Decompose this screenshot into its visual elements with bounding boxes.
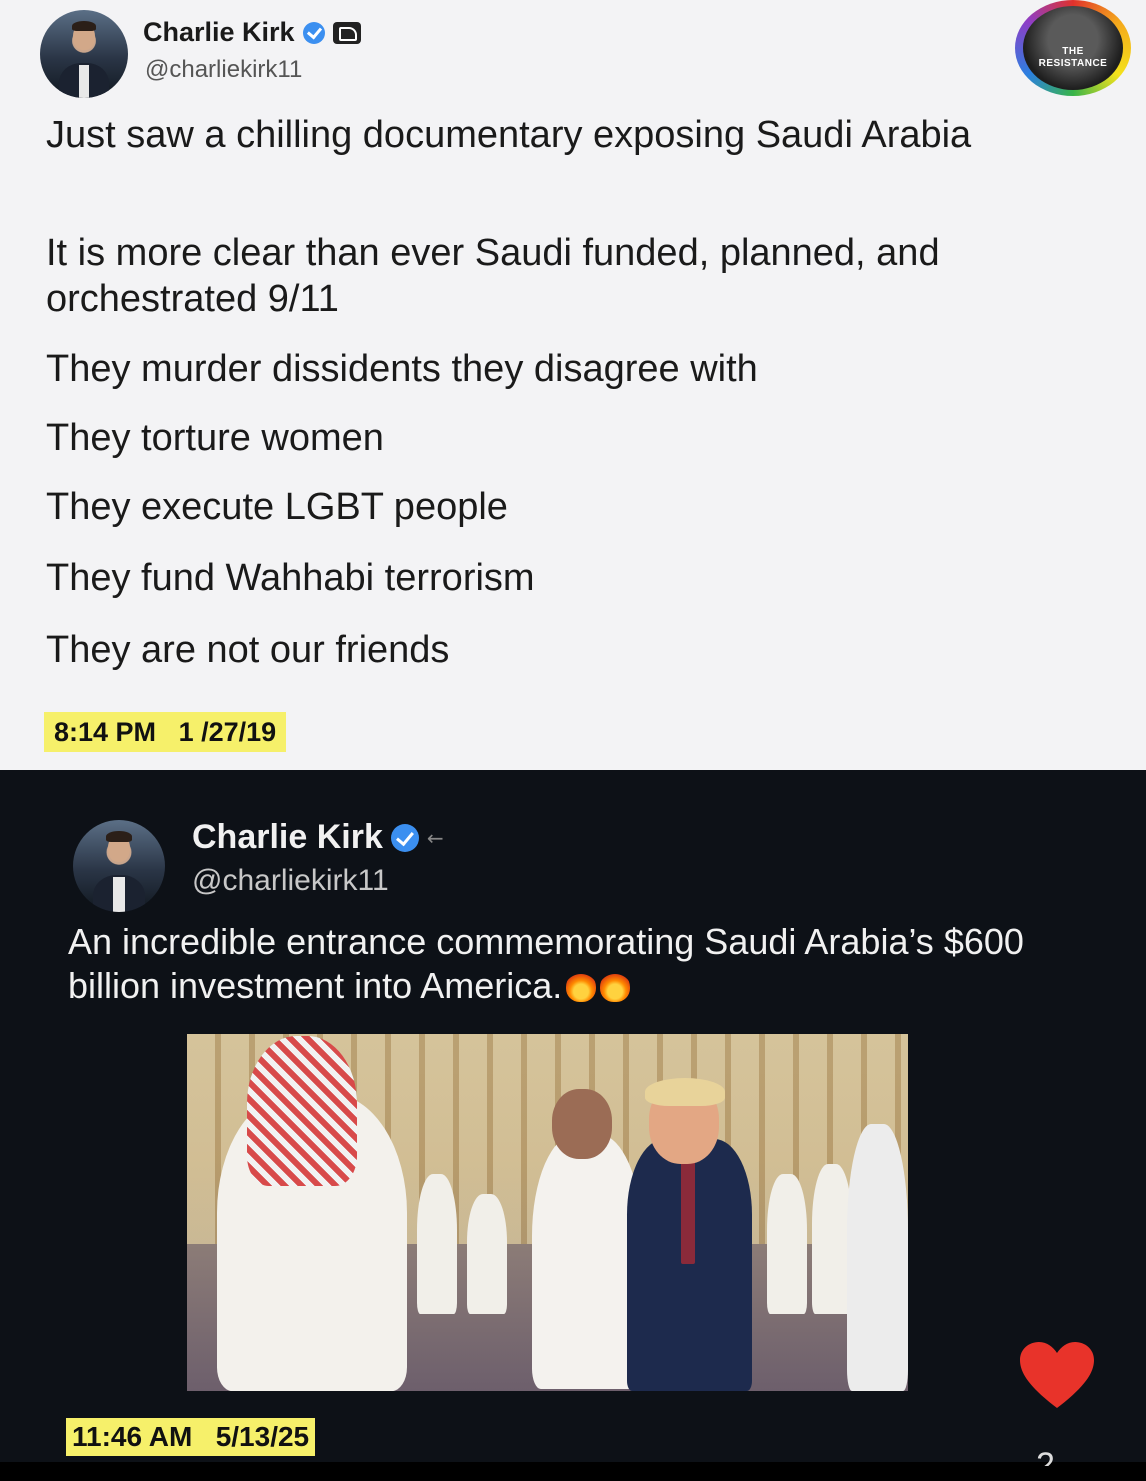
author-handle[interactable]: @charliekirk11 <box>192 864 389 898</box>
author-handle[interactable]: @charliekirk11 <box>145 56 302 84</box>
tweet-paragraph: They fund Wahhabi terrorism <box>46 557 535 599</box>
avatar[interactable] <box>40 10 128 98</box>
tweet-paragraph: Just saw a chilling documentary exposing… <box>46 114 972 156</box>
tweet-body: They murder dissidents they disagree wit… <box>46 346 1086 392</box>
arrow-left-icon: ← <box>426 825 444 850</box>
tweet-bottom: Charlie Kirk ← @charliekirk11 An incredi… <box>0 770 1146 1481</box>
tweet-body: An incredible entrance commemorating Sau… <box>68 920 1108 1008</box>
tweet-time: 11:46 AM <box>72 1421 193 1452</box>
tweet-top: Charlie Kirk @charliekirk11 THE RESISTANC… <box>0 0 1146 770</box>
tweet-text: An incredible entrance commemorating Sau… <box>68 921 1024 1006</box>
fire-emoji-icon <box>566 972 597 1002</box>
tweet-body: Just saw a chilling documentary exposing… <box>46 112 1086 158</box>
verified-badge-icon <box>302 21 325 44</box>
timestamp-highlight: 8:14 PM 1 /27/19 <box>44 712 287 752</box>
affiliation-badge-icon <box>332 21 361 44</box>
author-row: Charlie Kirk ← <box>192 818 444 857</box>
tweet-body: They are not our friends <box>46 627 1086 673</box>
bottom-bar <box>0 1462 1146 1481</box>
author-name[interactable]: Charlie Kirk <box>192 818 383 857</box>
author-name[interactable]: Charlie Kirk <box>143 17 295 48</box>
avatar[interactable] <box>73 820 165 912</box>
tweet-date: 5/13/25 <box>215 1421 310 1452</box>
fire-emoji-icon <box>600 972 631 1002</box>
tweet-date: 1 /27/19 <box>178 717 277 747</box>
tweet-paragraph: They are not our friends <box>46 629 450 671</box>
verified-badge-icon <box>390 823 419 852</box>
tweet-body: They torture women <box>46 415 1086 461</box>
reaction-count: 2 <box>1036 1448 1055 1466</box>
tweet-photo[interactable] <box>187 1034 908 1391</box>
tweet-body: They execute LGBT people <box>46 484 1086 530</box>
timestamp-highlight: 11:46 AM 5/13/25 <box>66 1418 316 1456</box>
the-resistance-logo: THE RESISTANCE <box>1015 0 1131 96</box>
tweet-body: They fund Wahhabi terrorism <box>46 555 1086 601</box>
tweet-paragraph: They execute LGBT people <box>46 486 508 528</box>
tweet-paragraph: They murder dissidents they disagree wit… <box>46 348 758 390</box>
tweet-paragraph: They torture women <box>46 417 384 459</box>
tweet-body: It is more clear than ever Saudi funded,… <box>46 230 1086 322</box>
tweet-time: 8:14 PM <box>54 717 157 747</box>
author-row: Charlie Kirk <box>143 17 361 48</box>
heart-icon[interactable] <box>1018 1340 1096 1410</box>
tweet-paragraph: It is more clear than ever Saudi funded,… <box>46 232 940 320</box>
